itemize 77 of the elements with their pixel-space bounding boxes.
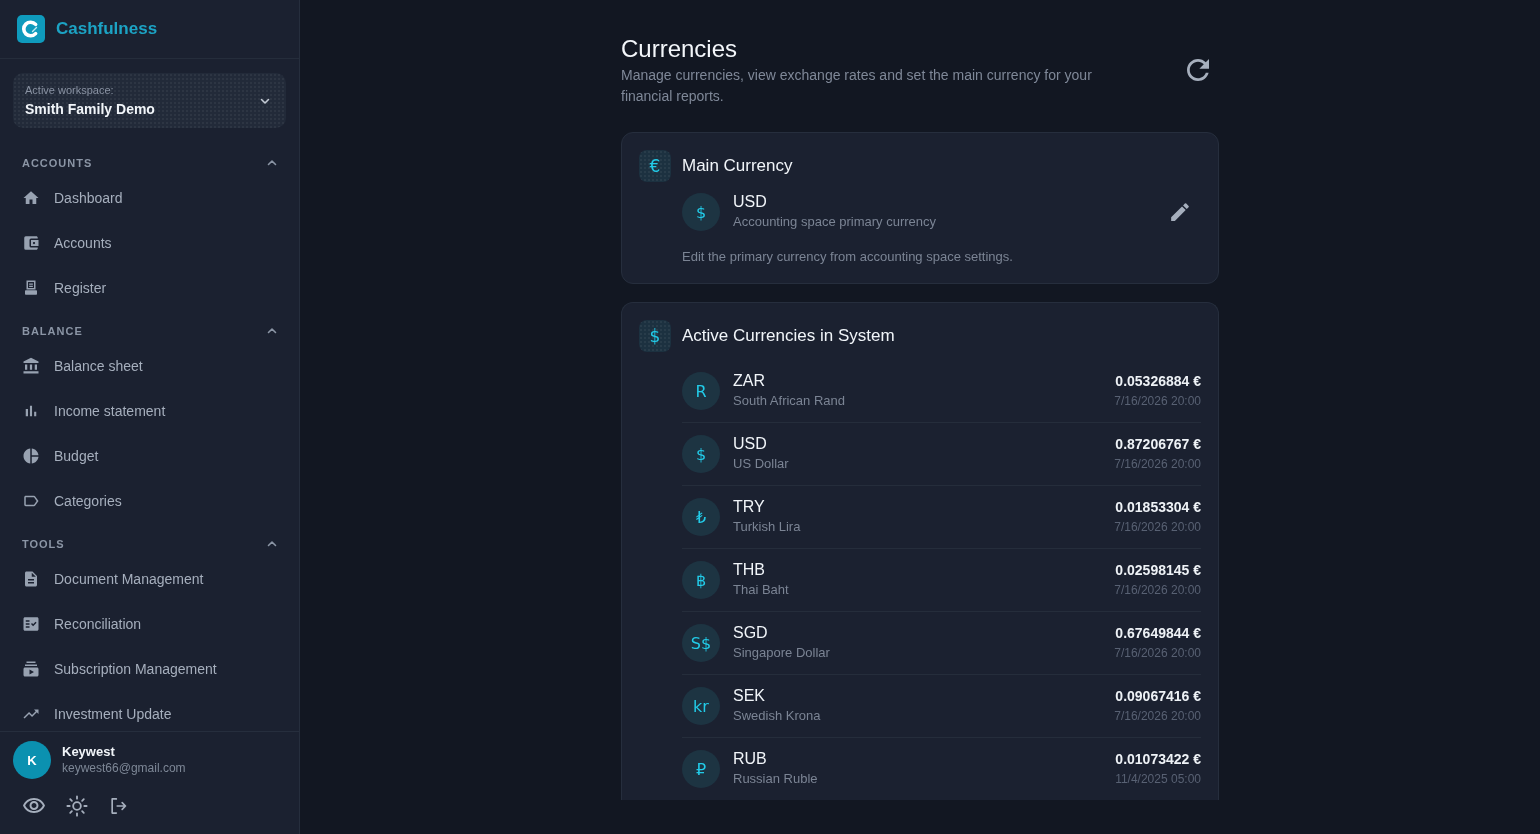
rate-timestamp: 7/16/2026 20:00 (1114, 456, 1201, 473)
refresh-icon[interactable] (1187, 59, 1209, 81)
card-symbol: $ (639, 320, 671, 352)
currency-code: RUB (733, 749, 768, 769)
pie-chart-icon (22, 447, 40, 465)
avatar: K (13, 741, 51, 779)
currency-code: ZAR (733, 371, 766, 391)
user-email: keywest66@gmail.com (62, 760, 186, 777)
user-name: Keywest (62, 743, 116, 760)
video-stack-icon (22, 660, 40, 678)
currency-symbol: kr (682, 687, 720, 725)
card-title: Active Currencies in System (682, 326, 895, 346)
exchange-rate: 0.87206767 € (1115, 435, 1201, 454)
section-toggle[interactable]: BALANCE (0, 320, 299, 342)
currency-symbol: ₽ (682, 750, 720, 788)
nav-item[interactable]: Investment Update (0, 698, 299, 730)
card-symbol: € (639, 150, 671, 182)
rate-timestamp: 7/16/2026 20:00 (1114, 393, 1201, 410)
currency-symbol: ₺ (682, 498, 720, 536)
cash-register-icon (22, 279, 40, 297)
exchange-rate: 0.02598145 € (1115, 561, 1201, 580)
sun-icon[interactable] (66, 795, 88, 817)
nav-item[interactable]: Income statement (0, 395, 299, 427)
home-icon (22, 189, 40, 207)
nav-item[interactable]: Accounts (0, 227, 299, 259)
currency-name: Thai Baht (733, 581, 790, 599)
logout-icon[interactable] (108, 796, 128, 816)
currency-code: THB (733, 560, 766, 580)
nav-item[interactable]: Document Management (0, 563, 299, 595)
currency-name: South African Rand (733, 392, 847, 410)
exchange-rate: 0.01853304 € (1115, 498, 1201, 517)
exchange-rate: 0.67649844 € (1115, 624, 1201, 643)
document-icon (22, 570, 40, 588)
rate-timestamp: 7/16/2026 20:00 (1114, 708, 1201, 725)
currency-name: Turkish Lira (733, 518, 802, 536)
logo-icon (17, 15, 45, 43)
pencil-icon[interactable] (1171, 203, 1189, 221)
currency-symbol: $ (682, 435, 720, 473)
currency-symbol: $ (682, 193, 720, 231)
nav-item[interactable]: Balance sheet (0, 350, 299, 382)
section-toggle[interactable]: TOOLS (0, 533, 299, 555)
currency-symbol: R (682, 372, 720, 410)
wallet-icon (22, 234, 40, 252)
nav-item[interactable]: Subscription Management (0, 653, 299, 685)
nav-item[interactable]: Budget (0, 440, 299, 472)
currency-name: US Dollar (733, 455, 790, 473)
nav-item[interactable]: Reconciliation (0, 608, 299, 640)
card-title: Main Currency (682, 156, 793, 176)
rate-timestamp: 7/16/2026 20:00 (1114, 645, 1201, 662)
rate-timestamp: 11/4/2025 05:00 (1115, 771, 1201, 788)
currency-code: USD (733, 192, 768, 212)
currency-code: USD (733, 434, 768, 454)
currency-symbol: S$ (682, 624, 720, 662)
currency-name: Russian Ruble (733, 770, 819, 788)
workspace-selector[interactable]: Active workspace: Smith Family Demo (13, 73, 286, 128)
card-note: Edit the primary currency from accounting space settings. (682, 248, 1014, 266)
currency-name: Swedish Krona (733, 707, 822, 725)
brand-name: Cashfulness (56, 19, 158, 39)
nav-item[interactable]: Categories (0, 485, 299, 517)
exchange-rate: 0.09067416 € (1115, 687, 1201, 706)
exchange-rate: 0.05326884 € (1115, 372, 1201, 391)
currency-code: SGD (733, 623, 769, 643)
nav-item[interactable]: Register (0, 272, 299, 304)
currency-name: Singapore Dollar (733, 644, 831, 662)
rate-timestamp: 7/16/2026 20:00 (1114, 519, 1201, 536)
currency-code: SEK (733, 686, 766, 706)
currency-caption: Accounting space primary currency (733, 213, 938, 231)
page-description: Manage currencies, view exchange rates and set the main currency for your financial reports. (621, 66, 1093, 106)
checklist-icon (22, 615, 40, 633)
currency-symbol: ฿ (682, 561, 720, 599)
rate-timestamp: 7/16/2026 20:00 (1114, 582, 1201, 599)
exchange-rate: 0.01073422 € (1115, 750, 1201, 769)
nav-item[interactable]: Dashboard (0, 182, 299, 214)
bank-icon (22, 357, 40, 375)
page-title: Currencies (621, 34, 739, 64)
section-toggle[interactable]: ACCOUNTS (0, 152, 299, 174)
currency-code: TRY (733, 497, 766, 517)
